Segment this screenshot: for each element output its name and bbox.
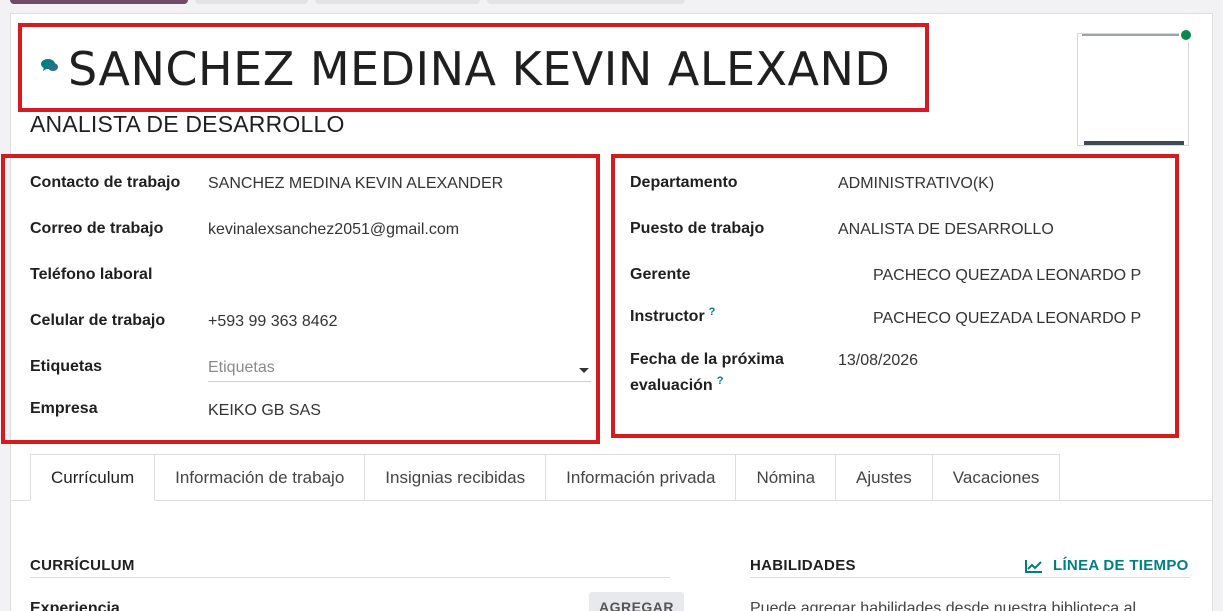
experience-label: Experiencia — [30, 600, 120, 611]
label-work-phone: Teléfono laboral — [30, 266, 153, 283]
presence-status-icon — [1179, 28, 1193, 42]
add-resume-line-button[interactable]: AGREGAR — [589, 592, 684, 611]
company-field[interactable]: KEIKO GB SAS — [208, 401, 321, 421]
chat-bubbles-icon[interactable] — [40, 57, 60, 73]
label-work-email: Correo de trabajo — [30, 220, 164, 237]
breadcrumb-tab-active[interactable] — [10, 0, 188, 4]
label-department: Departamento — [630, 174, 738, 191]
avatar[interactable] — [1077, 33, 1189, 146]
work-email-field[interactable]: kevinalexsanchez2051@gmail.com — [208, 220, 459, 240]
tab-private-information[interactable]: Información privada — [546, 454, 737, 501]
manager-field[interactable]: PACHECO QUEZADA LEONARDO P — [873, 266, 1141, 286]
timeline-button[interactable]: LÍNEA DE TIEMPO — [1025, 557, 1189, 574]
label-coach: Instructor? — [630, 306, 716, 328]
label-coach-text: Instructor — [630, 308, 705, 325]
label-tags: Etiquetas — [30, 358, 103, 375]
label-manager: Gerente — [630, 266, 691, 283]
department-field[interactable]: ADMINISTRATIVO(K) — [838, 174, 994, 194]
tab-work-information[interactable]: Información de trabajo — [155, 454, 366, 501]
next-appraisal-date-field[interactable]: 13/08/2026 — [838, 351, 918, 371]
work-contact-field[interactable]: SANCHEZ MEDINA KEVIN ALEXANDER — [208, 174, 503, 194]
work-phone-field[interactable] — [208, 266, 588, 286]
timeline-label: LÍNEA DE TIEMPO — [1053, 557, 1189, 574]
tags-input[interactable]: Etiquetas — [208, 358, 275, 378]
resume-heading: CURRÍCULUM — [30, 557, 135, 574]
skills-help-text: Puede agregar habilidades desde nuestra … — [750, 600, 1137, 611]
work-mobile-field[interactable]: +593 99 363 8462 — [208, 312, 337, 332]
tab-time-off[interactable]: Vacaciones — [932, 454, 1061, 501]
employee-name-field[interactable]: SANCHEZ MEDINA KEVIN ALEXAND — [68, 34, 890, 104]
coach-field[interactable]: PACHECO QUEZADA LEONARDO P — [873, 309, 1141, 329]
caret-down-icon[interactable] — [579, 368, 589, 373]
avatar-bottom-edge — [1084, 141, 1184, 145]
label-work-contact: Contacto de trabajo — [30, 174, 181, 191]
tab-settings[interactable]: Ajustes — [836, 454, 933, 501]
breadcrumb-tab[interactable] — [487, 0, 685, 4]
label-job-position: Puesto de trabajo — [630, 220, 765, 237]
notebook-tabs: Currículum Información de trabajo Insign… — [30, 454, 1061, 501]
label-next-appraisal-line2: evaluación? — [630, 375, 724, 397]
label-next-appraisal-line1: Fecha de la próxima — [630, 351, 784, 368]
resume-divider — [30, 577, 670, 578]
tab-payroll[interactable]: Nómina — [736, 454, 837, 501]
breadcrumb-tab[interactable] — [315, 0, 480, 4]
breadcrumb-tab[interactable] — [195, 0, 308, 4]
skills-divider — [750, 577, 1190, 578]
tab-badges[interactable]: Insignias recibidas — [365, 454, 547, 501]
label-company: Empresa — [30, 400, 98, 417]
line-chart-icon — [1025, 559, 1042, 573]
skills-heading: HABILIDADES — [750, 557, 856, 574]
avatar-top-edge — [1082, 34, 1185, 36]
job-title-field[interactable]: ANALISTA DE DESARROLLO — [30, 111, 345, 138]
label-work-mobile: Celular de trabajo — [30, 312, 166, 329]
job-position-field[interactable]: ANALISTA DE DESARROLLO — [838, 220, 1054, 240]
label-next-appraisal-text: evaluación — [630, 377, 713, 394]
tab-resume[interactable]: Currículum — [30, 454, 156, 501]
help-tooltip-icon[interactable]: ? — [717, 375, 724, 387]
help-tooltip-icon[interactable]: ? — [709, 306, 716, 318]
tags-input-underline — [208, 381, 591, 382]
